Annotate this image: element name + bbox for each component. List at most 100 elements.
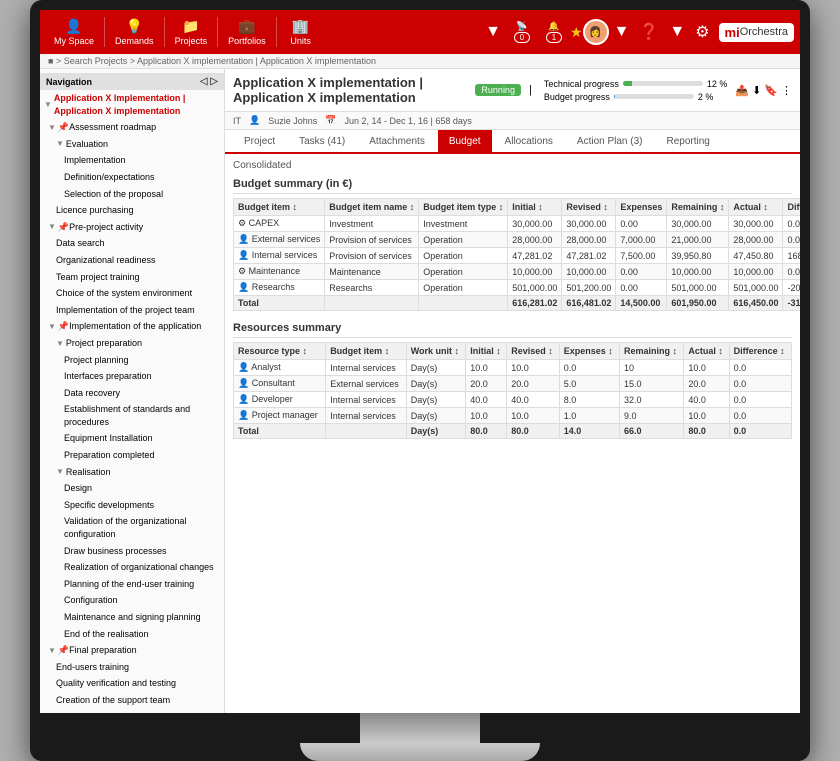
nav-demands[interactable]: 💡 Demands: [107, 14, 162, 50]
res-revised-cell: 10.0: [507, 360, 559, 376]
tree-item-orgchange[interactable]: Realization of organizational changes: [40, 559, 224, 576]
col-budget-item[interactable]: Budget item ↕: [234, 199, 325, 216]
tree-item-standards[interactable]: Establishment of standards and procedure…: [40, 401, 224, 430]
res-initial-cell: 40.0: [466, 392, 507, 408]
tree-item-maint[interactable]: Maintenance and signing planning: [40, 609, 224, 626]
tree-item-projplan[interactable]: Project planning: [40, 352, 224, 369]
budget-progress-bar-outer: [614, 94, 694, 99]
budget-item-name-cell: Provision of services: [325, 248, 419, 264]
tree-item-assessment[interactable]: ▼ 📌 Assessment roadmap: [40, 119, 224, 136]
tree-item-config[interactable]: Configuration: [40, 592, 224, 609]
col-expenses[interactable]: Expenses: [616, 199, 667, 216]
tab-tasks[interactable]: Tasks (41): [288, 130, 356, 152]
tree-item-business[interactable]: Draw business processes: [40, 543, 224, 560]
tree-item-realisation[interactable]: ▼ Realisation: [40, 464, 224, 481]
help-dropdown-icon[interactable]: ▼: [664, 21, 690, 43]
technical-progress-row: Technical progress 12 %: [544, 79, 728, 89]
col-res-budget-item[interactable]: Budget item ↕: [326, 343, 407, 360]
tree-item-support[interactable]: Creation of the support team: [40, 692, 224, 709]
remaining-cell: 39,950.80: [667, 248, 729, 264]
tree-item-finalprep[interactable]: ▼ 📌 Final preparation: [40, 642, 224, 659]
col-initial[interactable]: Initial ↕: [508, 199, 562, 216]
col-res-revised[interactable]: Revised ↕: [507, 343, 559, 360]
col-difference[interactable]: Difference ↕: [783, 199, 800, 216]
col-work-unit[interactable]: Work unit ↕: [406, 343, 466, 360]
col-budget-type[interactable]: Budget item type ↕: [419, 199, 508, 216]
monitor: 👤 My Space 💡 Demands 📁 Projects 💼 Portfo…: [30, 0, 810, 761]
tree-item-implementation[interactable]: Implementation: [40, 152, 224, 169]
difference-cell: 0.00: [783, 264, 800, 280]
tree-item-preproject[interactable]: ▼ 📌 Pre-project activity: [40, 219, 224, 236]
rss-notification[interactable]: 📡 0: [506, 19, 538, 45]
nav-myspace[interactable]: 👤 My Space: [46, 14, 102, 50]
tree-item-quality[interactable]: Quality verification and testing: [40, 675, 224, 692]
nav-units[interactable]: 🏢 Units: [279, 14, 323, 50]
col-actual[interactable]: Actual ↕: [729, 199, 783, 216]
tree-item-eutraining[interactable]: End-users training: [40, 659, 224, 676]
res-actual-cell: 80.0: [684, 424, 729, 439]
tree-item-prepcomplete[interactable]: Preparation completed: [40, 447, 224, 464]
tab-actionplan[interactable]: Action Plan (3): [566, 130, 654, 152]
col-res-expenses[interactable]: Expenses ↕: [559, 343, 619, 360]
tree-item-system[interactable]: Choice of the system environment: [40, 285, 224, 302]
col-revised[interactable]: Revised ↕: [562, 199, 616, 216]
nav-arrows[interactable]: ◁ ▷: [200, 76, 218, 87]
tree-item-training[interactable]: Team project training: [40, 269, 224, 286]
more-icon[interactable]: ⋮: [781, 84, 792, 97]
progress-area: Technical progress 12 % Budget progress: [544, 79, 728, 102]
share-icon[interactable]: 📤: [735, 84, 749, 97]
avatar-dropdown-icon[interactable]: ▼: [609, 21, 635, 43]
dropdown-arrow-icon[interactable]: ▼: [480, 21, 506, 43]
avatar[interactable]: 👩: [583, 19, 609, 45]
initial-cell: 28,000.00: [508, 232, 562, 248]
tree-item-enduser[interactable]: Planning of the end-user training: [40, 576, 224, 593]
project-meta: IT 👤 Suzie Johns 📅 Jun 2, 14 - Dec 1, 16…: [225, 112, 800, 130]
tree-item-validation[interactable]: Validation of the organizational configu…: [40, 513, 224, 542]
tree-item-licence[interactable]: Licence purchasing: [40, 202, 224, 219]
budget-summary-table: Budget item ↕ Budget item name ↕ Budget …: [233, 198, 800, 311]
col-remaining[interactable]: Remaining ↕: [667, 199, 729, 216]
tree-item-interfaces[interactable]: Interfaces preparation: [40, 368, 224, 385]
col-res-difference[interactable]: Difference ↕: [729, 343, 791, 360]
download-icon[interactable]: ⬇: [752, 84, 761, 97]
col-budget-item-name[interactable]: Budget item name ↕: [325, 199, 419, 216]
bookmark-icon[interactable]: 🔖: [764, 84, 778, 97]
budget-table-header: Budget item ↕ Budget item name ↕ Budget …: [234, 199, 801, 216]
tree-item-root[interactable]: ▼ Application X Implementation | Applica…: [40, 90, 224, 119]
tree-toggle-assessment[interactable]: ▼: [48, 122, 56, 133]
tree-item-projprep[interactable]: ▼ Project preparation: [40, 335, 224, 352]
nav-portfolios[interactable]: 💼 Portfolios: [220, 14, 274, 50]
help-icon[interactable]: ❓: [634, 20, 664, 44]
nav-projects[interactable]: 📁 Projects: [167, 14, 216, 50]
tree-item-selection[interactable]: Selection of the proposal: [40, 186, 224, 203]
col-res-remaining[interactable]: Remaining ↕: [620, 343, 684, 360]
tree-item-specific[interactable]: Specific developments: [40, 497, 224, 514]
col-res-initial[interactable]: Initial ↕: [466, 343, 507, 360]
tree-item-implapp[interactable]: ▼ 📌 Implementation of the application: [40, 318, 224, 335]
tree-item-evaluation[interactable]: ▼ Evaluation: [40, 136, 224, 153]
res-revised-cell: 80.0: [507, 424, 559, 439]
bell-notification[interactable]: 🔔 1: [538, 19, 570, 45]
tree-item-design[interactable]: Design: [40, 480, 224, 497]
col-res-actual[interactable]: Actual ↕: [684, 343, 729, 360]
col-resource-type[interactable]: Resource type ↕: [234, 343, 326, 360]
tab-attachments[interactable]: Attachments: [358, 130, 436, 152]
star-icon[interactable]: ★: [570, 24, 583, 41]
main-layout: Navigation ◁ ▷ ▼ Application X Implement…: [40, 69, 800, 713]
tree-item-projteam[interactable]: Implementation of the project team: [40, 302, 224, 319]
tab-reporting[interactable]: Reporting: [656, 130, 721, 152]
tab-budget[interactable]: Budget: [438, 130, 492, 152]
tree-item-equipment[interactable]: Equipment Installation: [40, 430, 224, 447]
tab-project[interactable]: Project: [233, 130, 286, 152]
settings-icon[interactable]: ⚙: [690, 20, 714, 44]
tab-allocations[interactable]: Allocations: [494, 130, 564, 152]
tree-toggle-root[interactable]: ▼: [44, 99, 52, 110]
tree-item-datarecov[interactable]: Data recovery: [40, 385, 224, 402]
tree-item-definition[interactable]: Definition/expectations: [40, 169, 224, 186]
tree-item-org[interactable]: Organizational readiness: [40, 252, 224, 269]
revised-cell: 616,481.02: [562, 296, 616, 311]
tree-item-datasearch[interactable]: Data search: [40, 235, 224, 252]
bell-icon: 🔔: [548, 21, 559, 32]
tree-item-endreal[interactable]: End of the realisation: [40, 626, 224, 643]
res-actual-cell: 10.0: [684, 408, 729, 424]
